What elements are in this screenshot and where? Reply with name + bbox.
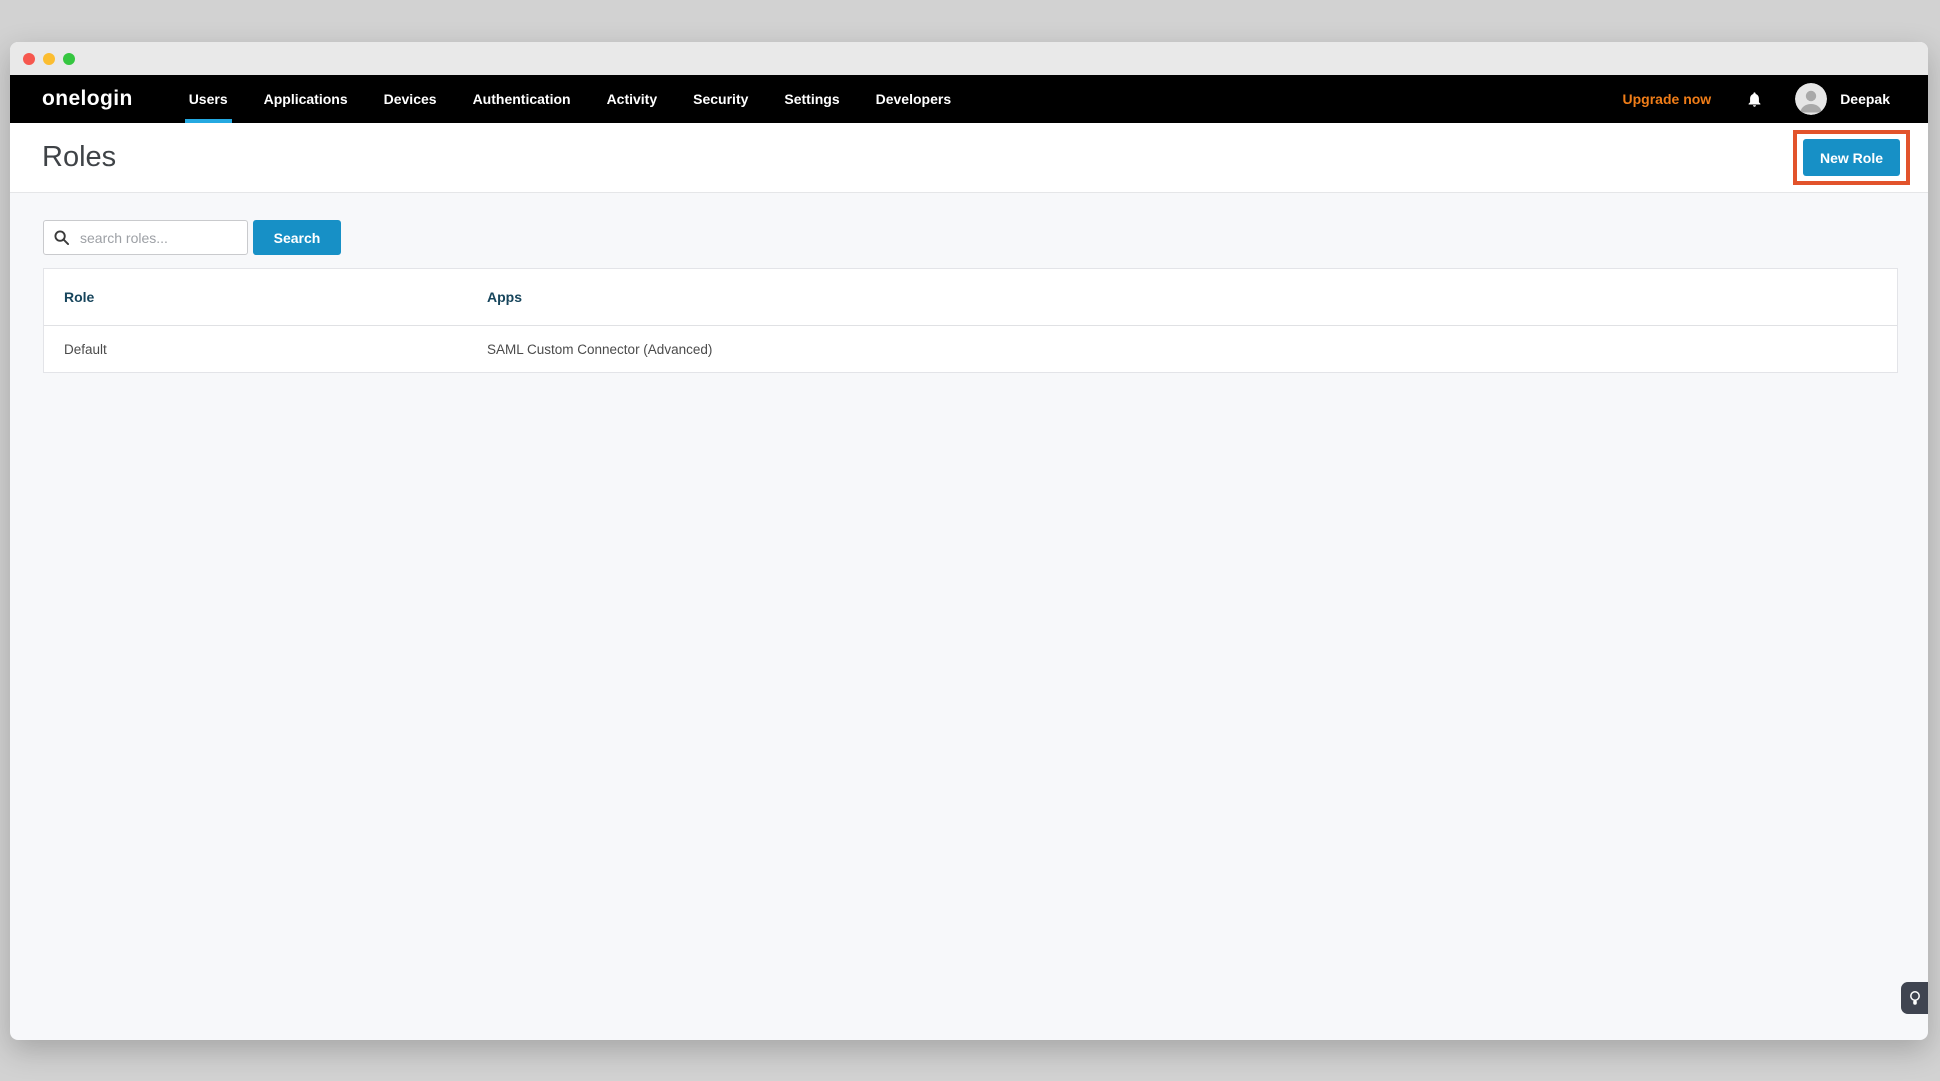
role-apps-cell: SAML Custom Connector (Advanced) xyxy=(467,342,1897,357)
notifications-button[interactable] xyxy=(1746,90,1763,109)
role-name-cell: Default xyxy=(44,342,467,357)
top-navbar: onelogin Users Applications Devices Auth… xyxy=(10,75,1928,123)
nav-item-security[interactable]: Security xyxy=(693,75,748,123)
nav-item-activity[interactable]: Activity xyxy=(607,75,658,123)
table-header-row: Role Apps xyxy=(44,269,1897,325)
nav-item-authentication[interactable]: Authentication xyxy=(473,75,571,123)
help-button[interactable] xyxy=(1901,982,1928,1014)
column-header-apps: Apps xyxy=(467,289,1897,305)
nav-item-users[interactable]: Users xyxy=(189,75,228,123)
nav-item-developers[interactable]: Developers xyxy=(876,75,951,123)
page-title: Roles xyxy=(42,141,116,174)
search-icon xyxy=(54,230,69,245)
main-content: Search Role Apps Default SAML Custom Con… xyxy=(10,193,1928,373)
new-role-button[interactable]: New Role xyxy=(1803,139,1900,176)
search-box xyxy=(43,220,248,255)
avatar-icon xyxy=(1795,83,1827,115)
bell-icon xyxy=(1746,90,1763,109)
onelogin-logo[interactable]: onelogin xyxy=(42,87,133,111)
user-avatar[interactable] xyxy=(1795,83,1827,115)
zoom-button[interactable] xyxy=(63,53,75,65)
column-header-role: Role xyxy=(44,289,467,305)
nav-item-devices[interactable]: Devices xyxy=(384,75,437,123)
search-button[interactable]: Search xyxy=(253,220,341,255)
navbar-right-cluster: Upgrade now Deepak xyxy=(1623,83,1890,115)
lightbulb-icon xyxy=(1909,990,1921,1007)
page-header: Roles New Role xyxy=(10,123,1928,193)
browser-window: onelogin Users Applications Devices Auth… xyxy=(10,42,1928,1040)
search-row: Search xyxy=(43,220,1895,255)
window-titlebar xyxy=(10,42,1928,75)
nav-item-settings[interactable]: Settings xyxy=(784,75,839,123)
upgrade-now-link[interactable]: Upgrade now xyxy=(1623,91,1712,107)
table-row[interactable]: Default SAML Custom Connector (Advanced) xyxy=(44,325,1897,372)
annotation-highlight: New Role xyxy=(1793,130,1910,185)
search-input[interactable] xyxy=(78,229,237,247)
user-name[interactable]: Deepak xyxy=(1840,91,1890,107)
roles-table: Role Apps Default SAML Custom Connector … xyxy=(43,268,1898,373)
minimize-button[interactable] xyxy=(43,53,55,65)
close-button[interactable] xyxy=(23,53,35,65)
nav-item-applications[interactable]: Applications xyxy=(264,75,348,123)
